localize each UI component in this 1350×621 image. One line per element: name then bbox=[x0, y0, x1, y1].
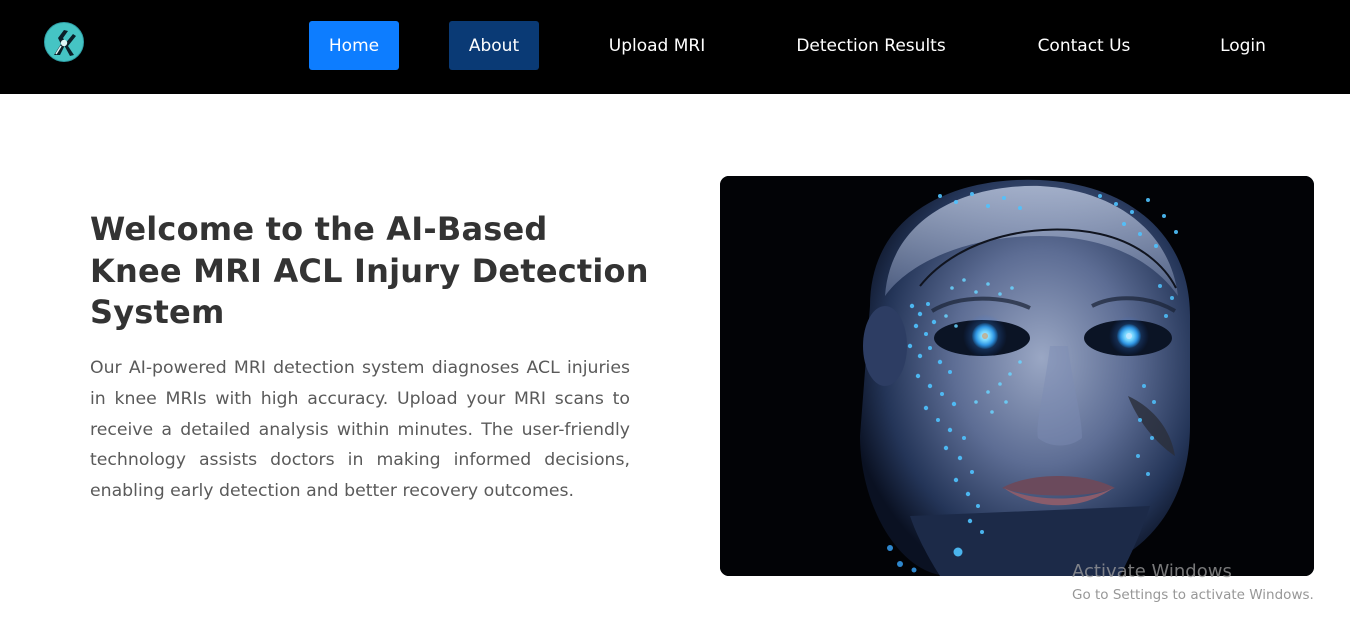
ai-face-illustration-icon bbox=[720, 176, 1314, 576]
hero-description: Our AI-powered MRI detection system diag… bbox=[90, 358, 630, 502]
nav-contact-us-link[interactable]: Contact Us bbox=[1017, 21, 1151, 70]
nav-login-link[interactable]: Login bbox=[1204, 21, 1282, 70]
nav-home-button[interactable]: Home bbox=[309, 21, 399, 70]
hero-title: Welcome to the AI-Based Knee MRI ACL Inj… bbox=[90, 210, 649, 331]
hero-image bbox=[720, 176, 1314, 576]
nav-upload-mri-link[interactable]: Upload MRI bbox=[592, 21, 722, 70]
windows-activation-subtitle: Go to Settings to activate Windows. bbox=[1072, 587, 1314, 603]
nav-about-button[interactable]: About bbox=[449, 21, 539, 70]
top-navbar: Home About Upload MRI Detection Results … bbox=[0, 0, 1350, 94]
windows-activation-title: Activate Windows bbox=[1072, 561, 1232, 582]
logo-icon[interactable] bbox=[44, 22, 84, 62]
nav-detection-results-link[interactable]: Detection Results bbox=[776, 21, 966, 70]
